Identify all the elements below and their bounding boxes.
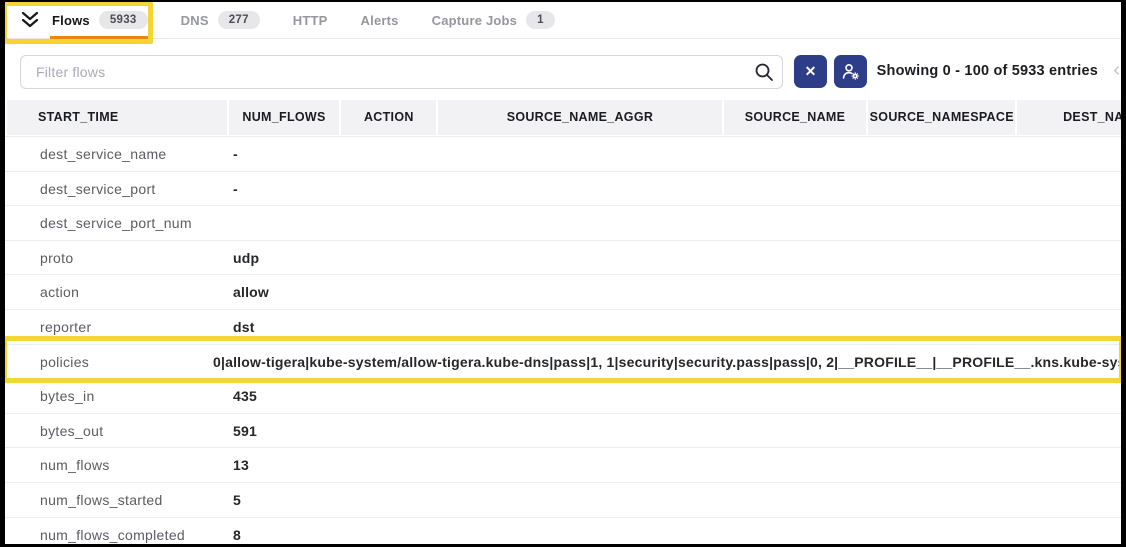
detail-value: allow (233, 275, 1121, 309)
detail-key: dest_service_port (40, 172, 156, 206)
clear-filter-button[interactable]: ✕ (794, 55, 827, 88)
column-header-start-time[interactable]: START_TIME (7, 100, 227, 135)
detail-key: num_flows_started (40, 483, 163, 517)
detail-key: bytes_out (40, 414, 103, 448)
tab-http[interactable]: HTTP (293, 2, 328, 39)
expand-all-rows-icon[interactable] (18, 10, 42, 30)
detail-key: action (40, 275, 79, 309)
detail-key: reporter (40, 310, 91, 344)
detail-key: num_flows_completed (40, 518, 185, 544)
user-settings-button[interactable] (834, 55, 867, 88)
tab-dns-label: DNS (181, 13, 209, 28)
detail-row: bytes_out 591 (5, 413, 1121, 448)
detail-row: dest_service_name - (5, 136, 1121, 171)
column-header-dest-name[interactable]: DEST_NA (1017, 100, 1121, 135)
tab-flows-count-badge: 5933 (99, 11, 148, 29)
filter-flows-input[interactable] (20, 55, 783, 89)
column-header-source-namespace[interactable]: SOURCE_NAMESPACE (868, 100, 1015, 135)
detail-row: dest_service_port_num (5, 205, 1121, 240)
search-icon[interactable] (754, 62, 774, 82)
app-frame: Flows 5933 DNS 277 HTTP Alerts Capture J… (0, 0, 1126, 547)
detail-key: dest_service_port_num (40, 206, 192, 240)
detail-row: dest_service_port - (5, 171, 1121, 206)
column-header-source-name-aggr[interactable]: SOURCE_NAME_AGGR (438, 100, 721, 135)
detail-row: reporter dst (5, 309, 1121, 344)
tab-http-label: HTTP (293, 13, 328, 28)
detail-value: 13 (233, 448, 1121, 482)
detail-row: num_flows_started 5 (5, 482, 1121, 517)
filter-field-wrap (20, 55, 783, 89)
detail-value: - (233, 137, 1121, 171)
tab-bar: Flows 5933 DNS 277 HTTP Alerts Capture J… (5, 2, 1121, 39)
detail-key: num_flows (40, 448, 110, 482)
detail-row-policies: policies 0|allow-tigera|kube-system/allo… (5, 344, 1121, 379)
close-icon: ✕ (805, 63, 817, 80)
column-header-source-name[interactable]: SOURCE_NAME (724, 100, 867, 135)
tab-alerts[interactable]: Alerts (361, 2, 399, 39)
detail-row: proto udp (5, 240, 1121, 275)
detail-value: 0|allow-tigera|kube-system/allow-tigera.… (213, 345, 1121, 379)
detail-value: 435 (233, 379, 1121, 413)
detail-key: bytes_in (40, 379, 95, 413)
tab-flows-label: Flows (52, 13, 90, 28)
flow-logs-panel: Flows 5933 DNS 277 HTTP Alerts Capture J… (5, 2, 1121, 544)
tab-dns[interactable]: DNS 277 (181, 2, 260, 39)
detail-value: 8 (233, 518, 1121, 544)
tab-capture-jobs-count-badge: 1 (526, 11, 555, 29)
tab-capture-jobs-label: Capture Jobs (432, 13, 517, 28)
detail-row: num_flows_completed 8 (5, 517, 1121, 544)
detail-value: dst (233, 310, 1121, 344)
column-header-action[interactable]: ACTION (341, 100, 436, 135)
detail-value: udp (233, 241, 1121, 275)
user-gear-icon (841, 62, 860, 81)
pagination-status: Showing 0 - 100 of 5933 entries (877, 63, 1098, 79)
detail-key: proto (40, 241, 73, 275)
detail-row: action allow (5, 274, 1121, 309)
table-header-row: START_TIME NUM_FLOWS ACTION SOURCE_NAME_… (7, 100, 1121, 135)
detail-value: 591 (233, 414, 1121, 448)
flow-detail-list: dest_service_name - dest_service_port - … (5, 136, 1121, 544)
detail-value: - (233, 172, 1121, 206)
tab-capture-jobs[interactable]: Capture Jobs 1 (432, 2, 555, 39)
pagination-prev-icon[interactable]: ‹ (1113, 59, 1120, 81)
tab-alerts-label: Alerts (361, 13, 399, 28)
detail-row: num_flows 13 (5, 447, 1121, 482)
detail-key: policies (40, 345, 89, 379)
column-header-num-flows[interactable]: NUM_FLOWS (229, 100, 340, 135)
detail-value: 5 (233, 483, 1121, 517)
tab-flows[interactable]: Flows 5933 (52, 2, 148, 39)
detail-row: bytes_in 435 (5, 378, 1121, 413)
tab-dns-count-badge: 277 (218, 11, 260, 29)
detail-key: dest_service_name (40, 137, 167, 171)
